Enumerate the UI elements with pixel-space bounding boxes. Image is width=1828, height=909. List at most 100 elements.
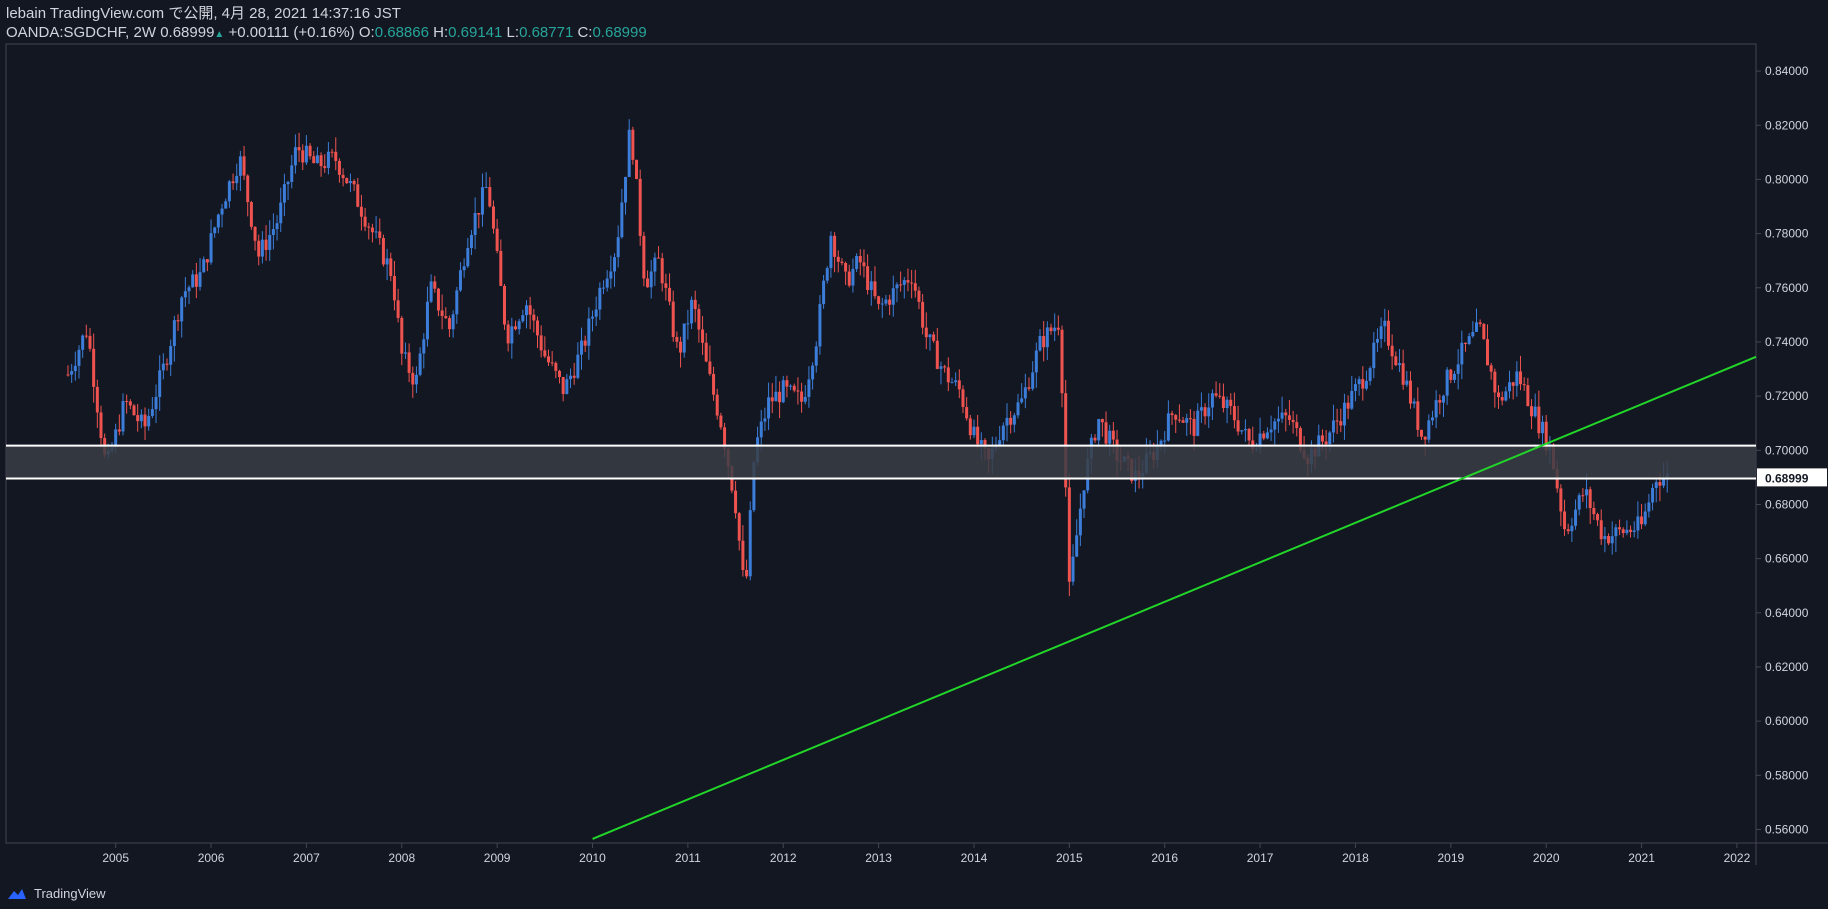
candle-body <box>1449 369 1453 380</box>
candle-body <box>1662 478 1666 486</box>
candle-body <box>660 258 664 284</box>
candle-body <box>1166 413 1170 441</box>
candle-body <box>385 258 389 265</box>
candle-body <box>708 361 712 374</box>
x-tick-label: 2022 <box>1724 851 1751 865</box>
candle-body <box>1636 516 1640 531</box>
x-tick-label: 2009 <box>484 851 511 865</box>
candle-body <box>569 375 573 380</box>
candle-body <box>1530 406 1534 417</box>
candle-body <box>183 291 187 298</box>
candle-body <box>1566 529 1570 532</box>
candle-body <box>1364 380 1368 389</box>
candle-body <box>1082 490 1086 509</box>
candle-body <box>979 440 983 445</box>
candle-body <box>1273 421 1277 430</box>
candle-body <box>422 339 426 354</box>
candle-body <box>855 256 859 269</box>
candle-body <box>1276 418 1280 422</box>
tradingview-logo[interactable]: TradingView <box>6 886 106 901</box>
candle-body <box>209 233 213 263</box>
candle-body <box>686 323 690 325</box>
candle-body <box>466 247 470 267</box>
candle-body <box>1625 529 1629 534</box>
candle-body <box>770 397 774 402</box>
candle-body <box>1287 415 1291 420</box>
candle-body <box>1111 430 1115 440</box>
candle-body <box>1012 415 1016 425</box>
candle-body <box>1482 323 1486 340</box>
candle-body <box>649 271 653 288</box>
candle-body <box>143 414 147 427</box>
candle-body <box>594 309 598 317</box>
candle-body <box>613 257 617 272</box>
candle-body <box>231 181 235 184</box>
candle-body <box>121 401 125 432</box>
candle-body <box>502 285 506 325</box>
candle-body <box>1522 384 1526 386</box>
candle-body <box>1405 380 1409 385</box>
candle-body <box>1350 390 1354 409</box>
candle-body <box>370 227 374 233</box>
candle-body <box>246 175 250 203</box>
candle-body <box>1240 430 1244 432</box>
candle-body <box>1339 421 1343 426</box>
x-tick-label: 2021 <box>1628 851 1655 865</box>
candle-body <box>1478 322 1482 324</box>
candle-body <box>488 187 492 207</box>
candle-body <box>833 235 837 257</box>
candle-body <box>1042 336 1046 348</box>
candle-body <box>1031 372 1035 389</box>
candle-body <box>1419 429 1423 437</box>
candle-body <box>1357 379 1361 385</box>
x-tick-label: 2008 <box>388 851 415 865</box>
candle-body <box>928 334 932 338</box>
candle-body <box>1229 399 1233 407</box>
candle-body <box>602 287 606 289</box>
candle-body <box>92 348 96 387</box>
candle-body <box>968 418 972 436</box>
candle-body <box>1430 417 1434 421</box>
price-chart[interactable]: 0.84000 0.82000 0.80000 0.78000 0.76000 0.740… <box>0 0 1828 909</box>
candle-body <box>491 206 495 229</box>
candle-body <box>213 227 217 234</box>
candle-body <box>301 150 305 163</box>
candle-body <box>943 366 947 368</box>
candle-body <box>433 281 437 289</box>
candle-body <box>429 281 433 302</box>
candle-body <box>510 326 514 344</box>
candle-body <box>679 341 683 353</box>
candle-body <box>844 262 848 272</box>
candle-body <box>715 394 719 416</box>
candle-body <box>1284 412 1288 416</box>
candle-body <box>998 440 1002 446</box>
candle-body <box>1596 514 1600 521</box>
candle-body <box>264 239 268 250</box>
candle-body <box>132 405 136 416</box>
candle-body <box>1460 342 1464 365</box>
candle-body <box>1416 401 1420 430</box>
candle-body <box>436 288 440 311</box>
candle-body <box>169 346 173 365</box>
candles <box>66 119 1669 597</box>
candle-body <box>1486 339 1490 366</box>
candle-body <box>176 320 180 322</box>
candle-body <box>965 407 969 419</box>
candle-body <box>473 213 477 236</box>
support-zone <box>6 445 1756 479</box>
candle-body <box>345 178 349 184</box>
y-tick-label: 0.80000 <box>1765 172 1809 186</box>
candle-body <box>635 159 639 179</box>
candle-body <box>1218 395 1222 397</box>
candle-body <box>1408 380 1412 404</box>
candle-body <box>847 271 851 286</box>
candle-body <box>921 301 925 328</box>
candle-body <box>84 335 88 337</box>
candle-body <box>268 234 272 250</box>
y-tick-label: 0.78000 <box>1765 227 1809 241</box>
candle-body <box>477 213 481 215</box>
candle-body <box>873 281 877 297</box>
candle-body <box>389 258 393 276</box>
candle-body <box>444 316 448 319</box>
candle-body <box>546 356 550 363</box>
